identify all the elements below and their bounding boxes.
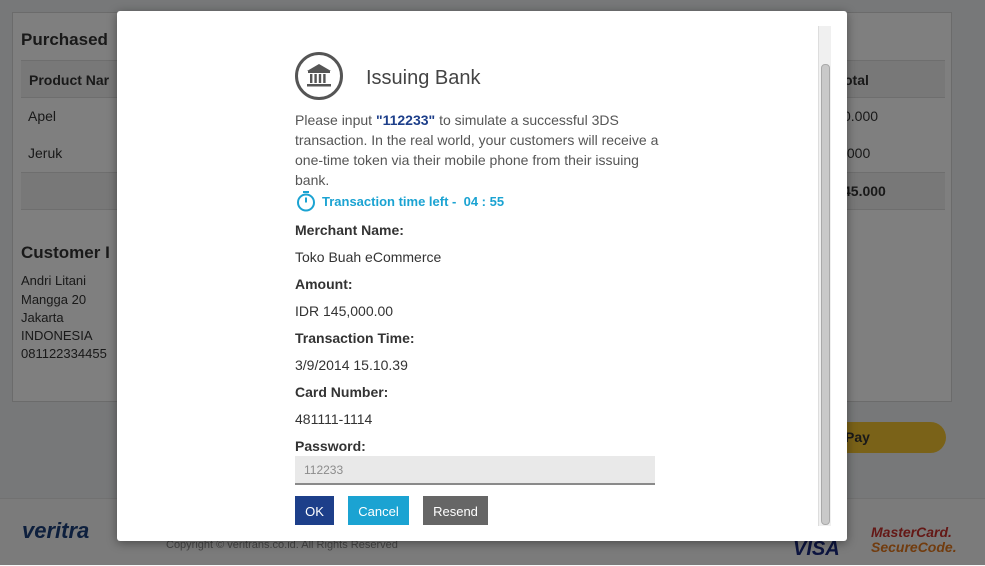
scrollbar-thumb[interactable] bbox=[821, 64, 830, 525]
password-input[interactable] bbox=[295, 456, 655, 485]
card-number-value: 481111-1114 bbox=[295, 411, 373, 427]
transaction-time-label: Transaction Time: bbox=[295, 330, 415, 346]
card-number-label: Card Number: bbox=[295, 384, 389, 400]
cancel-button[interactable]: Cancel bbox=[348, 496, 409, 525]
instruction-pre: Please input bbox=[295, 112, 376, 128]
transaction-timer: Transaction time left - 04 : 55 bbox=[322, 194, 505, 209]
amount-value: IDR 145,000.00 bbox=[295, 303, 394, 319]
ok-button[interactable]: OK bbox=[295, 496, 334, 525]
transaction-time-value: 3/9/2014 15.10.39 bbox=[295, 357, 408, 373]
password-label: Password: bbox=[295, 438, 366, 454]
otp-code: "112233" bbox=[375, 112, 436, 128]
merchant-name-value: Toko Buah eCommerce bbox=[295, 249, 442, 265]
merchant-name-label: Merchant Name: bbox=[295, 222, 404, 238]
stopwatch-icon bbox=[295, 190, 317, 217]
resend-button[interactable]: Resend bbox=[423, 496, 488, 525]
modal-title: Issuing Bank bbox=[366, 67, 481, 89]
modal-scrollbar[interactable] bbox=[818, 26, 831, 526]
amount-label: Amount: bbox=[295, 276, 353, 292]
bank-icon bbox=[295, 52, 343, 100]
modal-content-frame bbox=[131, 26, 833, 526]
instruction-text: Please input "112233" to simulate a succ… bbox=[295, 110, 665, 190]
